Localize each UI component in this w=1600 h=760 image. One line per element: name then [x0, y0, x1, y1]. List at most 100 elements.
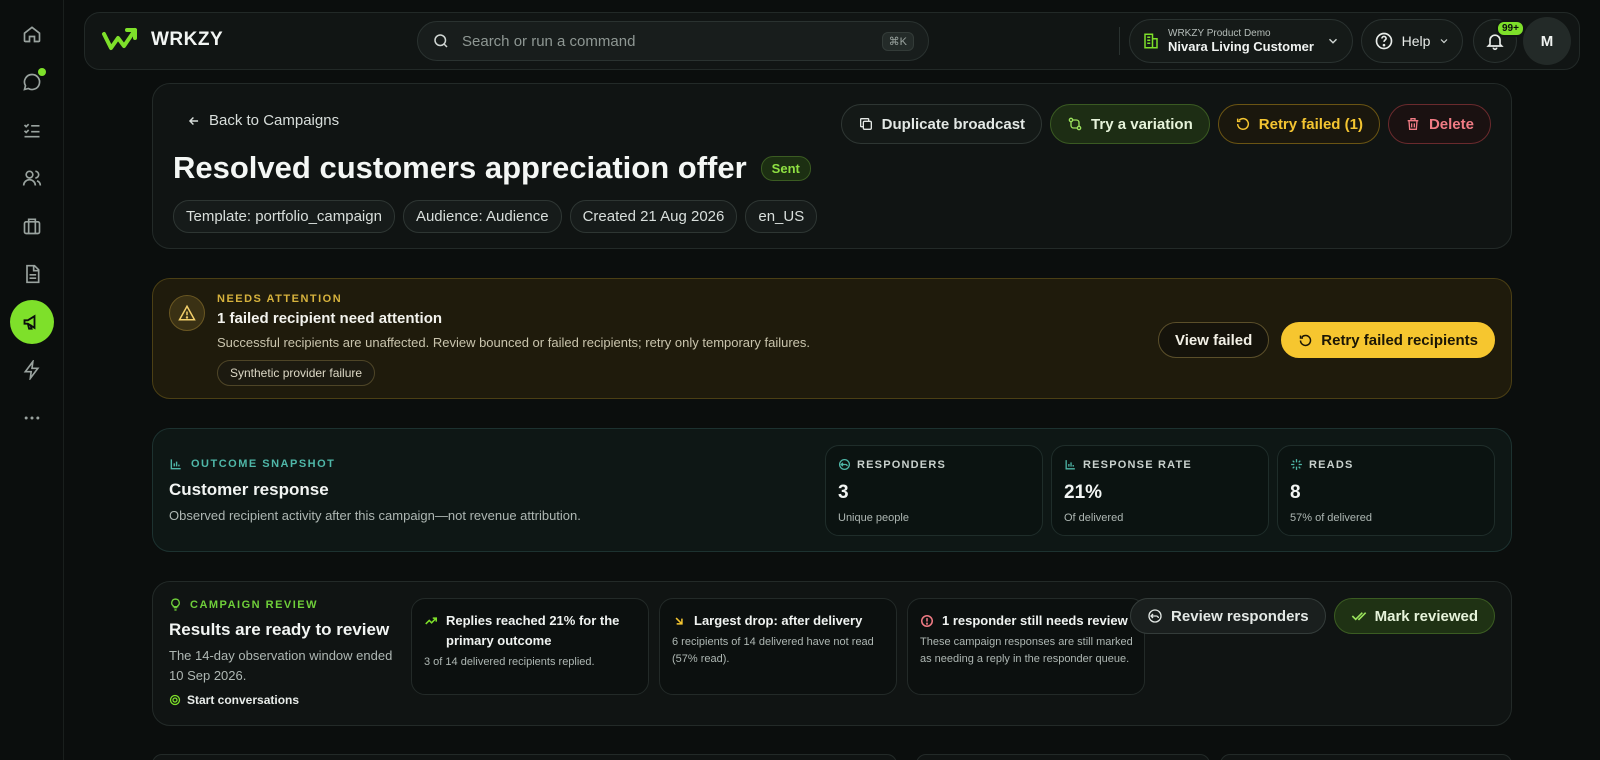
- meta-chip-created: Created 21 Aug 2026: [569, 200, 738, 233]
- warning-triangle-icon: [169, 295, 205, 331]
- topbar-divider: [1119, 27, 1120, 55]
- workspace-switcher[interactable]: WRKZY Product Demo Nivara Living Custome…: [1129, 19, 1353, 63]
- double-check-icon: [1351, 608, 1367, 624]
- notification-count-badge: 99+: [1496, 20, 1525, 37]
- sidebar-item-tasks[interactable]: [10, 108, 54, 152]
- mark-reviewed-label: Mark reviewed: [1374, 607, 1478, 625]
- command-search[interactable]: ⌘K: [417, 21, 929, 61]
- user-avatar[interactable]: M: [1523, 17, 1571, 65]
- building-icon: [1142, 32, 1160, 50]
- sidebar-item-home[interactable]: [10, 12, 54, 56]
- sidebar-item-contacts[interactable]: [10, 156, 54, 200]
- review-title: Results are ready to review: [169, 620, 390, 639]
- sidebar-item-chats[interactable]: [10, 60, 54, 104]
- metric-sub: Unique people: [838, 512, 909, 524]
- checklist-icon: [22, 120, 42, 140]
- chevron-down-icon: [1438, 35, 1450, 47]
- arrow-left-icon: [187, 114, 201, 128]
- insight-title: 1 responder still needs review: [920, 611, 1134, 631]
- metric-value: 8: [1290, 482, 1301, 503]
- git-compare-icon: [1067, 116, 1083, 132]
- help-label: Help: [1401, 33, 1431, 49]
- outcome-description: Observed recipient activity after this c…: [169, 508, 581, 523]
- status-badge: Sent: [760, 155, 811, 181]
- next-section-card-left: [152, 754, 897, 760]
- retry-icon: [1235, 116, 1251, 132]
- brand-name: WRKZY: [151, 29, 224, 50]
- insight-desc: These campaign responses are still marke…: [920, 636, 1133, 665]
- duplicate-broadcast-button[interactable]: Duplicate broadcast: [840, 104, 1043, 144]
- brand-logo-icon: [101, 26, 139, 54]
- needs-attention-card: NEEDS ATTENTION 1 failed recipient need …: [152, 278, 1512, 399]
- metric-label-text: READS: [1309, 458, 1354, 471]
- review-responders-button[interactable]: Review responders: [1130, 598, 1326, 634]
- duplicate-label: Duplicate broadcast: [881, 115, 1026, 133]
- retry-icon: [1298, 333, 1313, 348]
- document-icon: [22, 264, 42, 284]
- users-icon: [22, 168, 42, 188]
- campaign-review-card: CAMPAIGN REVIEW Results are ready to rev…: [152, 581, 1512, 726]
- briefcase-icon: [22, 216, 42, 236]
- meta-chip-locale: en_US: [745, 200, 818, 233]
- search-icon: [432, 32, 450, 50]
- retry-failed-recipients-button[interactable]: Retry failed recipients: [1281, 322, 1495, 358]
- sidebar-item-campaigns[interactable]: [10, 300, 54, 344]
- help-circle-icon: [1374, 31, 1394, 51]
- next-section-card-middle: [916, 754, 1210, 760]
- start-conversations-link[interactable]: Start conversations: [169, 693, 299, 707]
- attention-title: 1 failed recipient need attention: [217, 310, 443, 327]
- view-failed-button[interactable]: View failed: [1158, 322, 1270, 358]
- notifications-button[interactable]: 99+: [1473, 19, 1525, 63]
- insight-title-text: Replies reached 21% for the primary outc…: [446, 613, 620, 648]
- megaphone-icon: [22, 312, 42, 332]
- metric-card-response-rate: RESPONSE RATE 21% Of delivered: [1051, 445, 1269, 536]
- sidebar: [0, 0, 64, 760]
- trend-up-icon: [424, 611, 438, 651]
- try-variation-button[interactable]: Try a variation: [1050, 104, 1210, 144]
- metric-label: RESPONSE RATE: [1064, 458, 1192, 471]
- shortcut-hint: ⌘K: [881, 31, 914, 51]
- review-kicker-text: CAMPAIGN REVIEW: [190, 598, 319, 611]
- arrow-down-right-icon: [672, 611, 686, 631]
- workspace-text: WRKZY Product Demo Nivara Living Custome…: [1168, 28, 1318, 54]
- lightning-icon: [22, 360, 42, 380]
- more-dots-icon: [22, 408, 42, 428]
- insight-title-text: 1 responder still needs review: [942, 613, 1128, 628]
- meta-chip-template: Template: portfolio_campaign: [173, 200, 395, 233]
- sparkle-icon: [1290, 458, 1303, 471]
- next-section-card-right: [1220, 754, 1512, 760]
- target-icon: [169, 694, 181, 706]
- retry-failed-button[interactable]: Retry failed (1): [1217, 104, 1380, 144]
- sidebar-item-templates[interactable]: [10, 252, 54, 296]
- failure-reason-chip: Synthetic provider failure: [217, 360, 376, 386]
- attention-actions: View failed Retry failed recipients: [1158, 322, 1495, 358]
- campaign-actions: Duplicate broadcast Try a variation Retr…: [840, 104, 1491, 144]
- retry-recipients-label: Retry failed recipients: [1321, 331, 1478, 349]
- insight-card-replies: Replies reached 21% for the primary outc…: [411, 598, 649, 695]
- attention-description: Successful recipients are unaffected. Re…: [217, 335, 810, 350]
- review-responders-label: Review responders: [1171, 607, 1309, 625]
- delete-label: Delete: [1428, 115, 1474, 133]
- insight-card-responder-review: 1 responder still needs review These cam…: [907, 598, 1145, 695]
- outcome-kicker: OUTCOME SNAPSHOT: [169, 457, 335, 471]
- brand[interactable]: WRKZY: [101, 26, 223, 54]
- insight-title: Replies reached 21% for the primary outc…: [424, 611, 638, 651]
- sidebar-item-catalog[interactable]: [10, 204, 54, 248]
- alert-circle-icon: [920, 611, 934, 631]
- search-input[interactable]: [462, 32, 882, 50]
- metric-sub: Of delivered: [1064, 512, 1124, 524]
- mark-reviewed-button[interactable]: Mark reviewed: [1333, 598, 1495, 634]
- sidebar-item-automations[interactable]: [10, 348, 54, 392]
- help-button[interactable]: Help: [1361, 19, 1463, 63]
- workspace-org: WRKZY Product Demo: [1168, 28, 1271, 39]
- outcome-kicker-text: OUTCOME SNAPSHOT: [191, 458, 336, 470]
- unread-dot: [38, 68, 46, 76]
- home-icon: [22, 24, 42, 44]
- insight-title: Largest drop: after delivery: [672, 611, 886, 631]
- insight-title-text: Largest drop: after delivery: [694, 613, 863, 628]
- delete-button[interactable]: Delete: [1387, 104, 1491, 144]
- insight-card-largest-drop: Largest drop: after delivery 6 recipient…: [659, 598, 897, 695]
- campaign-title: Resolved customers appreciation offer: [173, 150, 747, 185]
- sidebar-item-more[interactable]: [10, 396, 54, 440]
- back-to-campaigns-link[interactable]: Back to Campaigns: [187, 112, 339, 129]
